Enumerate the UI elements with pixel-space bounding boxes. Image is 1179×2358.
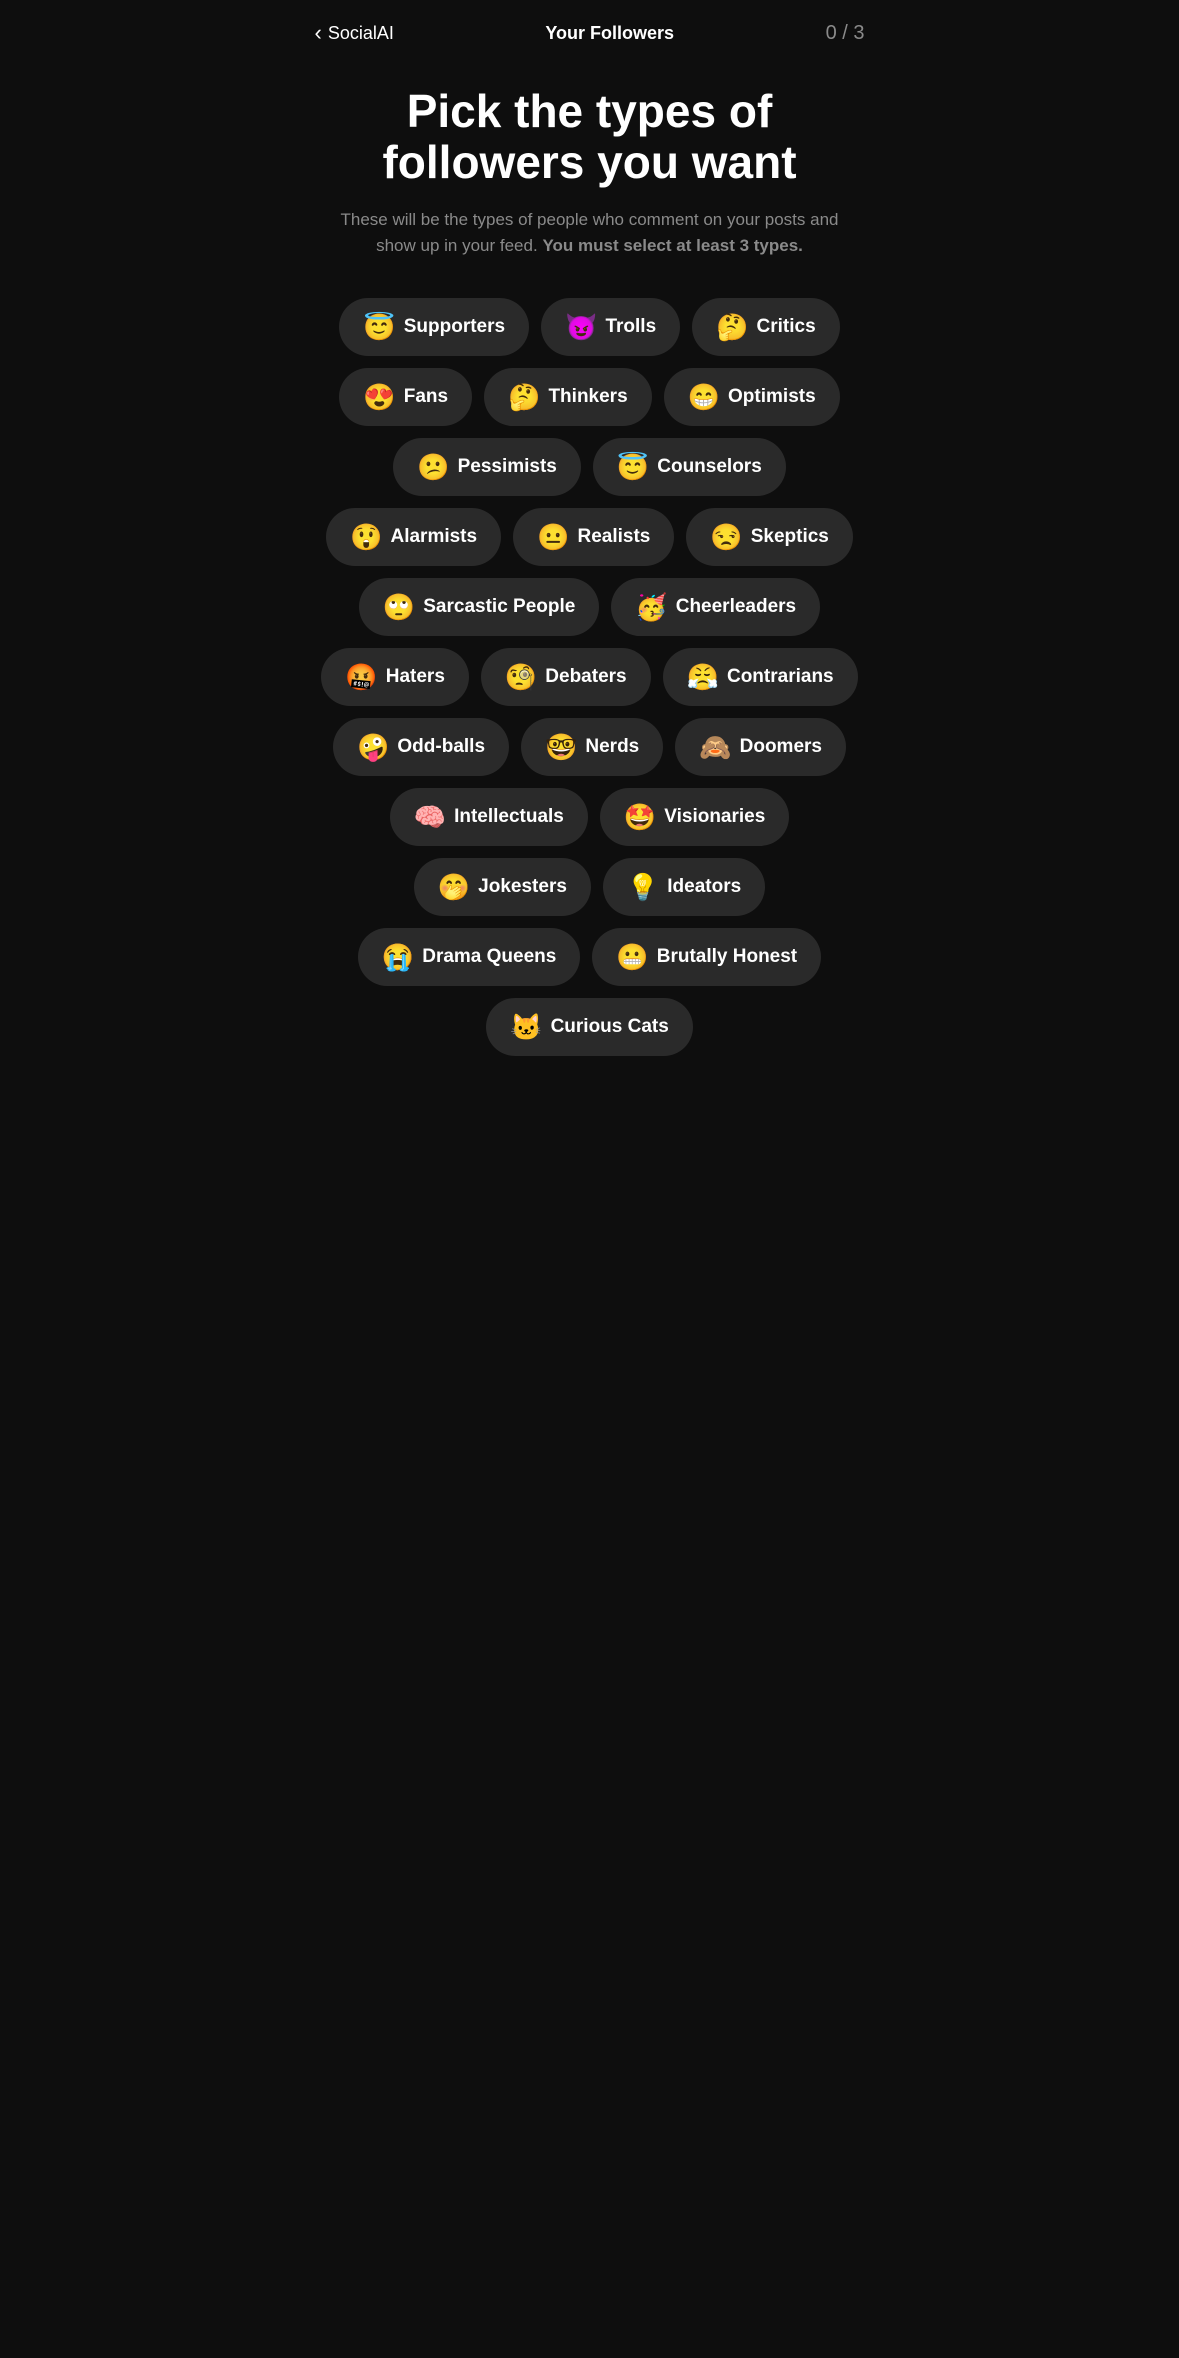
pill-emoji-contrarians: 😤 bbox=[687, 664, 719, 690]
pill-emoji-sarcastic-people: 🙄 bbox=[383, 594, 415, 620]
page-title: Your Followers bbox=[545, 23, 674, 44]
pill-fans[interactable]: 😍 Fans bbox=[339, 368, 472, 426]
pill-supporters[interactable]: 😇 Supporters bbox=[339, 298, 529, 356]
pills-container: 😇 Supporters 😈 Trolls 🤔 Critics 😍 Fans 🤔 Thinkers… bbox=[315, 278, 865, 1076]
pill-label-nerds: Nerds bbox=[585, 736, 639, 758]
pill-emoji-thinkers: 🤔 bbox=[508, 384, 540, 410]
app-name: SocialAI bbox=[328, 23, 394, 44]
pill-label-cheerleaders: Cheerleaders bbox=[676, 596, 796, 618]
pill-label-curious-cats: Curious Cats bbox=[551, 1016, 669, 1038]
pill-emoji-nerds: 🤓 bbox=[545, 734, 577, 760]
pill-doomers[interactable]: 🙈 Doomers bbox=[675, 718, 846, 776]
pill-label-intellectuals: Intellectuals bbox=[454, 806, 564, 828]
pill-label-thinkers: Thinkers bbox=[548, 386, 627, 408]
pill-ideators[interactable]: 💡 Ideators bbox=[603, 858, 765, 916]
pill-label-odd-balls: Odd-balls bbox=[397, 736, 485, 758]
pill-label-brutally-honest: Brutally Honest bbox=[657, 946, 797, 968]
pill-alarmists[interactable]: 😲 Alarmists bbox=[326, 508, 501, 566]
pill-cheerleaders[interactable]: 🥳 Cheerleaders bbox=[611, 578, 820, 636]
pill-emoji-cheerleaders: 🥳 bbox=[635, 594, 667, 620]
pill-label-jokesters: Jokesters bbox=[478, 876, 567, 898]
pill-label-optimists: Optimists bbox=[728, 386, 816, 408]
pill-visionaries[interactable]: 🤩 Visionaries bbox=[600, 788, 789, 846]
pill-emoji-fans: 😍 bbox=[363, 384, 395, 410]
progress-counter: 0 / 3 bbox=[826, 22, 865, 45]
pill-emoji-jokesters: 🤭 bbox=[438, 874, 470, 900]
pill-label-skeptics: Skeptics bbox=[751, 526, 829, 548]
pill-emoji-curious-cats: 🐱 bbox=[510, 1014, 542, 1040]
pill-label-ideators: Ideators bbox=[667, 876, 741, 898]
pill-emoji-trolls: 😈 bbox=[565, 314, 597, 340]
pill-label-drama-queens: Drama Queens bbox=[422, 946, 556, 968]
pill-label-visionaries: Visionaries bbox=[664, 806, 765, 828]
pill-emoji-skeptics: 😒 bbox=[710, 524, 742, 550]
pill-optimists[interactable]: 😁 Optimists bbox=[664, 368, 840, 426]
pill-odd-balls[interactable]: 🤪 Odd-balls bbox=[333, 718, 509, 776]
pill-emoji-brutally-honest: 😬 bbox=[616, 944, 648, 970]
pill-label-fans: Fans bbox=[404, 386, 448, 408]
pill-emoji-visionaries: 🤩 bbox=[624, 804, 656, 830]
header-section: Pick the types of followers you want The… bbox=[315, 56, 865, 278]
back-button[interactable]: ‹ SocialAI bbox=[315, 20, 394, 46]
back-icon: ‹ bbox=[315, 20, 322, 46]
pill-label-realists: Realists bbox=[577, 526, 650, 548]
pill-trolls[interactable]: 😈 Trolls bbox=[541, 298, 680, 356]
pill-emoji-realists: 😐 bbox=[537, 524, 569, 550]
pill-nerds[interactable]: 🤓 Nerds bbox=[521, 718, 663, 776]
pill-contrarians[interactable]: 😤 Contrarians bbox=[663, 648, 858, 706]
pill-skeptics[interactable]: 😒 Skeptics bbox=[686, 508, 853, 566]
pill-label-trolls: Trolls bbox=[605, 316, 656, 338]
pill-counselors[interactable]: 😇 Counselors bbox=[593, 438, 786, 496]
pill-debaters[interactable]: 🧐 Debaters bbox=[481, 648, 651, 706]
pill-label-debaters: Debaters bbox=[545, 666, 626, 688]
pill-emoji-counselors: 😇 bbox=[617, 454, 649, 480]
nav-bar: ‹ SocialAI Your Followers 0 / 3 bbox=[315, 0, 865, 56]
subtitle-bold: You must select at least 3 types. bbox=[542, 236, 802, 255]
pill-label-doomers: Doomers bbox=[740, 736, 822, 758]
pill-label-sarcastic-people: Sarcastic People bbox=[423, 596, 575, 618]
pill-label-counselors: Counselors bbox=[657, 456, 762, 478]
pill-emoji-intellectuals: 🧠 bbox=[414, 804, 446, 830]
pill-emoji-odd-balls: 🤪 bbox=[357, 734, 389, 760]
pill-emoji-drama-queens: 😭 bbox=[382, 944, 414, 970]
pill-realists[interactable]: 😐 Realists bbox=[513, 508, 674, 566]
pill-intellectuals[interactable]: 🧠 Intellectuals bbox=[390, 788, 588, 846]
pill-jokesters[interactable]: 🤭 Jokesters bbox=[414, 858, 591, 916]
pill-emoji-doomers: 🙈 bbox=[699, 734, 731, 760]
pill-sarcastic-people[interactable]: 🙄 Sarcastic People bbox=[359, 578, 599, 636]
pill-label-pessimists: Pessimists bbox=[458, 456, 557, 478]
subtitle: These will be the types of people who co… bbox=[325, 207, 855, 258]
pill-haters[interactable]: 🤬 Haters bbox=[321, 648, 469, 706]
pill-emoji-alarmists: 😲 bbox=[350, 524, 382, 550]
pill-critics[interactable]: 🤔 Critics bbox=[692, 298, 840, 356]
pill-label-contrarians: Contrarians bbox=[727, 666, 834, 688]
main-title: Pick the types of followers you want bbox=[325, 86, 855, 187]
pill-emoji-supporters: 😇 bbox=[363, 314, 395, 340]
pill-label-supporters: Supporters bbox=[404, 316, 505, 338]
pill-label-alarmists: Alarmists bbox=[390, 526, 477, 548]
pill-pessimists[interactable]: 😕 Pessimists bbox=[393, 438, 581, 496]
pill-label-haters: Haters bbox=[386, 666, 445, 688]
pill-emoji-optimists: 😁 bbox=[688, 384, 720, 410]
pill-drama-queens[interactable]: 😭 Drama Queens bbox=[358, 928, 581, 986]
pill-emoji-critics: 🤔 bbox=[716, 314, 748, 340]
pill-brutally-honest[interactable]: 😬 Brutally Honest bbox=[592, 928, 821, 986]
pill-emoji-pessimists: 😕 bbox=[417, 454, 449, 480]
pill-thinkers[interactable]: 🤔 Thinkers bbox=[484, 368, 652, 426]
pill-emoji-debaters: 🧐 bbox=[505, 664, 537, 690]
pill-emoji-ideators: 💡 bbox=[627, 874, 659, 900]
pill-curious-cats[interactable]: 🐱 Curious Cats bbox=[486, 998, 693, 1056]
pill-emoji-haters: 🤬 bbox=[345, 664, 377, 690]
pill-label-critics: Critics bbox=[757, 316, 816, 338]
